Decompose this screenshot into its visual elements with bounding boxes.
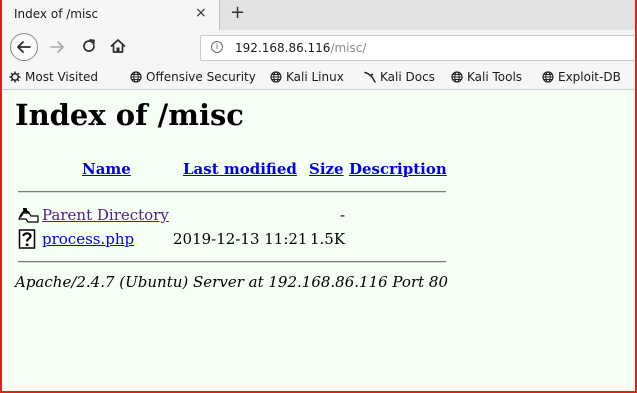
- column-header-last-modified[interactable]: Last modified: [183, 160, 297, 178]
- bookmark-offensive-security[interactable]: Offensive Security: [130, 70, 256, 84]
- kali-dragon-icon: [364, 71, 376, 83]
- url-bar[interactable]: i 192.168.86.116/misc/: [200, 35, 635, 61]
- globe-icon: [270, 71, 282, 83]
- row-size: 1.5K: [310, 230, 346, 248]
- bookmarks-toolbar: Most Visited Offensive Security Kali Lin…: [2, 66, 635, 90]
- url-path: /misc/: [330, 41, 367, 55]
- forward-button[interactable]: [48, 38, 66, 56]
- process-php-link[interactable]: process.php: [42, 230, 134, 248]
- new-tab-icon[interactable]: +: [230, 2, 245, 23]
- page-title: Index of /misc: [15, 98, 244, 132]
- gear-icon: [9, 71, 21, 83]
- bookmark-label: Kali Tools: [467, 70, 523, 84]
- server-signature: Apache/2.4.7 (Ubuntu) Server at 192.168.…: [15, 273, 449, 291]
- header-divider: [18, 191, 446, 193]
- globe-icon: [451, 71, 463, 83]
- unknown-file-icon: [18, 229, 36, 249]
- tab-title: Index of /misc: [14, 7, 99, 21]
- bookmark-kali-linux[interactable]: Kali Linux: [270, 70, 344, 84]
- row-last-modified: 2019-12-13 11:21: [173, 230, 308, 248]
- back-arrow-icon: [17, 41, 31, 53]
- site-info-icon[interactable]: i: [211, 41, 223, 53]
- nav-bar: i 192.168.86.116/misc/: [2, 30, 635, 66]
- reload-button[interactable]: [80, 37, 98, 55]
- forward-arrow-icon: [50, 41, 64, 53]
- bookmark-exploit-db[interactable]: Exploit-DB: [542, 70, 621, 84]
- globe-icon: [542, 71, 554, 83]
- url-host: 192.168.86.116: [235, 41, 331, 55]
- footer-divider: [18, 261, 446, 263]
- bookmark-most-visited[interactable]: Most Visited: [9, 70, 98, 84]
- home-icon: [110, 39, 126, 53]
- column-header-size[interactable]: Size: [309, 160, 344, 178]
- column-header-description[interactable]: Description: [349, 160, 447, 178]
- close-tab-icon[interactable]: ×: [195, 5, 207, 21]
- parent-directory-link[interactable]: Parent Directory: [42, 206, 169, 224]
- reload-icon: [83, 39, 95, 52]
- bookmark-label: Kali Docs: [380, 70, 435, 84]
- browser-window: Index of /misc × + i 192.168.86.116/misc…: [0, 0, 637, 393]
- home-button[interactable]: [109, 37, 127, 55]
- page-content: Index of /misc Name Last modified Size D…: [2, 90, 635, 391]
- tab-index-misc[interactable]: Index of /misc ×: [2, 0, 220, 30]
- bookmark-label: Exploit-DB: [558, 70, 621, 84]
- url-text[interactable]: 192.168.86.116/misc/: [235, 41, 366, 55]
- column-header-name[interactable]: Name: [82, 160, 131, 178]
- bookmark-kali-tools[interactable]: Kali Tools: [451, 70, 522, 84]
- bookmark-label: Kali Linux: [286, 70, 344, 84]
- bookmark-kali-docs[interactable]: Kali Docs: [364, 70, 435, 84]
- row-size: -: [340, 206, 346, 224]
- back-button[interactable]: [10, 33, 38, 61]
- bookmark-label: Offensive Security: [146, 70, 256, 84]
- tab-strip: Index of /misc × +: [2, 0, 635, 31]
- bookmark-label: Most Visited: [25, 70, 99, 84]
- globe-icon: [130, 71, 142, 83]
- back-folder-icon: [18, 208, 39, 223]
